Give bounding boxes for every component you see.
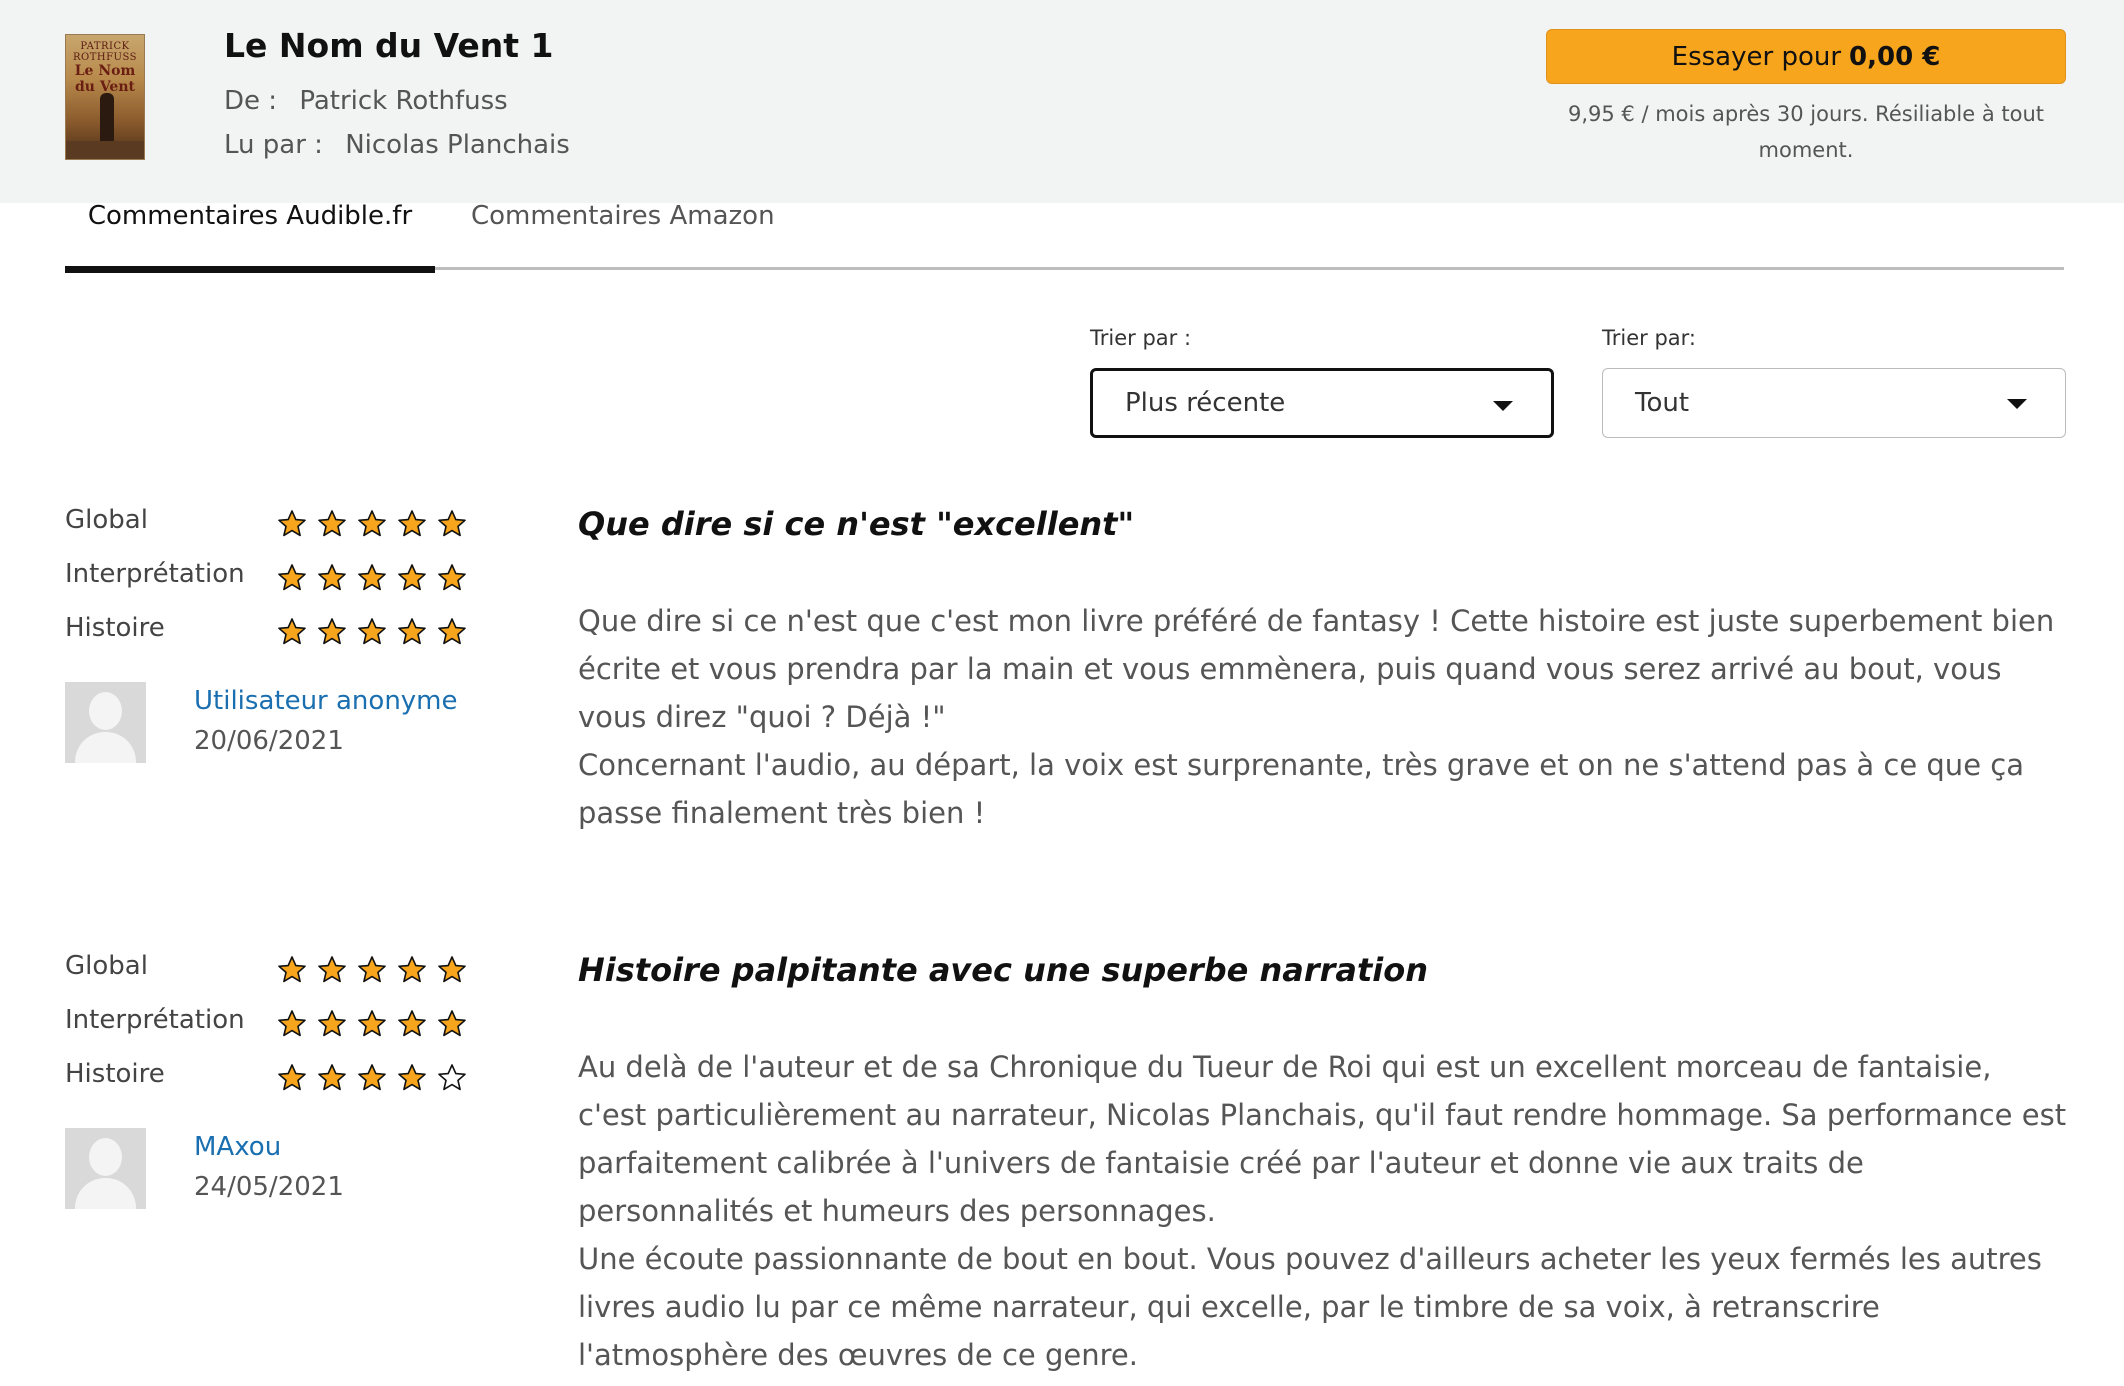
avatar bbox=[65, 1128, 146, 1209]
star-filled-icon bbox=[438, 510, 466, 537]
book-title: Le Nom du Vent 1 bbox=[224, 26, 554, 65]
avatar bbox=[65, 682, 146, 763]
avatar-head bbox=[89, 1138, 122, 1176]
rating-label: Histoire bbox=[65, 1059, 165, 1089]
try-free-button[interactable]: Essayer pour 0,00 € bbox=[1546, 29, 2066, 84]
star-filled-icon bbox=[398, 564, 426, 591]
author-label: De : bbox=[224, 86, 278, 116]
rating-label: Interprétation bbox=[65, 559, 245, 589]
cover-author-text: PATRICK ROTHFUSS bbox=[72, 41, 137, 63]
star-filled-icon bbox=[278, 564, 306, 591]
star-filled-icon bbox=[438, 618, 466, 645]
reviewer-name-link[interactable]: Utilisateur anonyme bbox=[194, 686, 458, 716]
star-filled-icon bbox=[358, 618, 386, 645]
review-date: 24/05/2021 bbox=[194, 1172, 344, 1202]
narrator-line: Lu par : Nicolas Planchais bbox=[224, 130, 570, 160]
review-paragraph: Au delà de l'auteur et de sa Chronique d… bbox=[578, 1050, 2067, 1228]
cover-title-text: Le Nom du Vent bbox=[74, 63, 136, 95]
star-filled-icon bbox=[398, 618, 426, 645]
review-title: Histoire palpitante avec une superbe nar… bbox=[578, 951, 1429, 989]
star-filled-icon bbox=[438, 1010, 466, 1037]
rating-row-global: Global bbox=[65, 951, 485, 991]
author-name[interactable]: Patrick Rothfuss bbox=[299, 86, 507, 116]
star-rating bbox=[277, 1063, 477, 1093]
chevron-down-icon bbox=[1493, 401, 1513, 411]
review-paragraph: Concernant l'audio, au départ, la voix e… bbox=[578, 748, 2024, 830]
sort-filter-value: Tout bbox=[1635, 388, 1690, 418]
star-filled-icon bbox=[398, 1064, 426, 1091]
star-empty-icon bbox=[438, 1064, 466, 1091]
avatar-body bbox=[75, 732, 136, 763]
try-button-price: 0,00 € bbox=[1849, 41, 1941, 72]
star-rating bbox=[277, 563, 477, 593]
rating-label: Global bbox=[65, 951, 148, 981]
star-filled-icon bbox=[358, 956, 386, 983]
star-rating bbox=[277, 617, 477, 647]
star-filled-icon bbox=[318, 1064, 346, 1091]
star-filled-icon bbox=[318, 510, 346, 537]
star-filled-icon bbox=[358, 564, 386, 591]
price-note: 9,95 € / mois après 30 jours. Résiliable… bbox=[1567, 102, 2044, 162]
tab-amazon-reviews[interactable]: Commentaires Amazon bbox=[471, 203, 775, 270]
star-filled-icon bbox=[318, 1010, 346, 1037]
star-filled-icon bbox=[318, 618, 346, 645]
review-paragraph: Une écoute passionnante de bout en bout.… bbox=[578, 1242, 2042, 1372]
star-filled-icon bbox=[358, 1010, 386, 1037]
narrator-label: Lu par : bbox=[224, 130, 323, 160]
star-filled-icon bbox=[398, 510, 426, 537]
star-filled-icon bbox=[278, 618, 306, 645]
star-filled-icon bbox=[398, 1010, 426, 1037]
review-date: 20/06/2021 bbox=[194, 726, 344, 756]
rating-label: Global bbox=[65, 505, 148, 535]
star-filled-icon bbox=[438, 956, 466, 983]
star-filled-icon bbox=[278, 1064, 306, 1091]
product-header: PATRICK ROTHFUSS Le Nom du Vent Le Nom d… bbox=[0, 0, 2124, 203]
narrator-name[interactable]: Nicolas Planchais bbox=[345, 130, 570, 160]
review-body: Au delà de l'auteur et de sa Chronique d… bbox=[578, 1043, 2068, 1379]
star-filled-icon bbox=[438, 564, 466, 591]
rating-row-global: Global bbox=[65, 505, 485, 545]
chevron-down-icon bbox=[2007, 399, 2027, 409]
rating-row-performance: Interprétation bbox=[65, 559, 485, 599]
author-line: De : Patrick Rothfuss bbox=[224, 86, 508, 116]
star-rating bbox=[277, 955, 477, 985]
book-cover-image[interactable]: PATRICK ROTHFUSS Le Nom du Vent bbox=[65, 34, 145, 160]
star-filled-icon bbox=[358, 1064, 386, 1091]
rating-label: Interprétation bbox=[65, 1005, 245, 1035]
rating-label: Histoire bbox=[65, 613, 165, 643]
review-tabs: Commentaires Audible.fr Commentaires Ama… bbox=[65, 203, 2064, 273]
sort-order-select[interactable]: Plus récente bbox=[1090, 368, 1554, 438]
sort-label-order: Trier par : bbox=[1090, 326, 1192, 350]
reviewer-name-link[interactable]: MAxou bbox=[194, 1132, 281, 1162]
star-filled-icon bbox=[278, 1010, 306, 1037]
review-paragraph: Que dire si ce n'est que c'est mon livre… bbox=[578, 604, 2055, 734]
avatar-head bbox=[89, 692, 122, 730]
tab-audible-reviews[interactable]: Commentaires Audible.fr bbox=[65, 203, 435, 273]
star-rating bbox=[277, 1009, 477, 1039]
rating-row-story: Histoire bbox=[65, 613, 485, 653]
star-filled-icon bbox=[358, 510, 386, 537]
review-title: Que dire si ce n'est "excellent" bbox=[578, 505, 1135, 543]
rating-row-story: Histoire bbox=[65, 1059, 485, 1099]
star-filled-icon bbox=[278, 956, 306, 983]
star-filled-icon bbox=[318, 956, 346, 983]
star-filled-icon bbox=[318, 564, 346, 591]
star-filled-icon bbox=[278, 510, 306, 537]
review-body: Que dire si ce n'est que c'est mon livre… bbox=[578, 597, 2068, 837]
try-button-text: Essayer pour bbox=[1671, 41, 1842, 72]
rating-row-performance: Interprétation bbox=[65, 1005, 485, 1045]
avatar-body bbox=[75, 1178, 136, 1209]
star-filled-icon bbox=[398, 956, 426, 983]
sort-label-filter: Trier par: bbox=[1602, 326, 1696, 350]
sort-order-value: Plus récente bbox=[1125, 388, 1286, 418]
sort-filter-select[interactable]: Tout bbox=[1602, 368, 2066, 438]
star-rating bbox=[277, 509, 477, 539]
cover-ground bbox=[66, 141, 144, 159]
